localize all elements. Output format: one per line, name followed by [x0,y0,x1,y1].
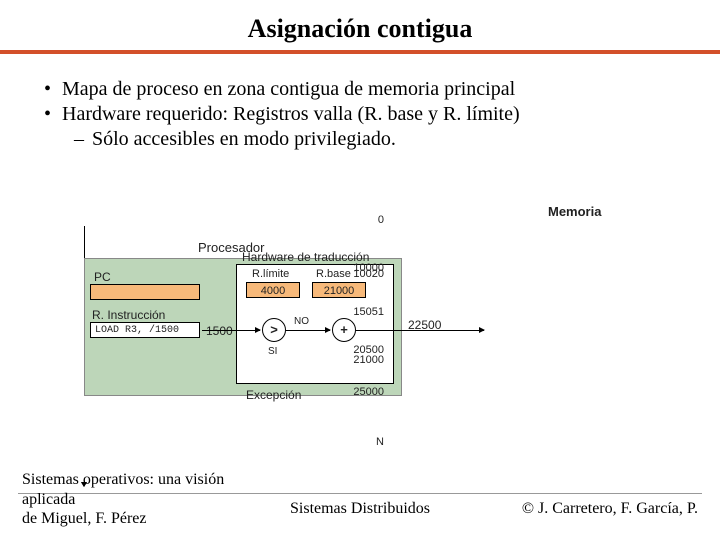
bullet-dot: • [44,103,62,126]
arrow-no [286,330,330,331]
slide-title: Asignación contigua [0,0,720,50]
add-op: + [332,318,356,342]
no-label: NO [294,316,309,327]
rlimite-label: R.límite [252,268,289,280]
memory-address: N [376,436,384,448]
rbase-field: 21000 [312,282,366,298]
pc-label: PC [94,270,111,284]
memory-address: 25000 [353,386,384,398]
exception-label: Excepción [246,388,301,402]
memory-label: Memoria [548,204,601,219]
footer-left-2: de Miguel, F. Pérez [22,510,146,527]
bullet-1-text: Mapa de proceso en zona contigua de memo… [62,78,515,101]
footer-left-1: Sistemas operativos: una visión aplicada [22,471,224,507]
bullet-dot: • [44,78,62,101]
memory-address: 21000 [353,354,384,366]
footer-left: Sistemas operativos: una visión aplicada… [22,470,252,528]
bullet-1: • Mapa de proceso en zona contigua de me… [44,78,690,101]
arrow-out [356,330,484,331]
bullet-dash: – [74,128,92,151]
ri-field: LOAD R3, /1500 [90,322,200,338]
bullet-2-text: Hardware requerido: Registros valla (R. … [62,103,520,126]
pc-field [90,284,200,300]
title-rule [0,50,720,54]
bullet-list: • Mapa de proceso en zona contigua de me… [0,72,720,151]
bullet-2: • Hardware requerido: Registros valla (R… [44,103,690,126]
diagram: Memoria Procesador PC R. Instrucción LOA… [84,226,704,486]
si-label: SI [268,346,277,357]
footer-right: © J. Carretero, F. García, P. [522,500,698,518]
rlimite-field: 4000 [246,282,300,298]
arrow-limit-down [84,226,85,244]
ri-out: 1500 [206,324,233,338]
ri-label: R. Instrucción [92,308,165,322]
compare-op: > [262,318,286,342]
memory-address: 15051 [353,306,384,318]
rbase-label: R.base [316,268,351,280]
bullet-2a-text: Sólo accesibles en modo privilegiado. [92,128,396,151]
memory-address: 10020 [353,268,384,280]
memory-address: 0 [378,214,384,226]
bullet-2a: – Sólo accesibles en modo privilegiado. [74,128,690,151]
hw-label: Hardware de traducción [242,250,369,264]
arrow-ri-to-cmp [202,330,260,331]
footer-center: Sistemas Distribuidos [290,500,430,518]
